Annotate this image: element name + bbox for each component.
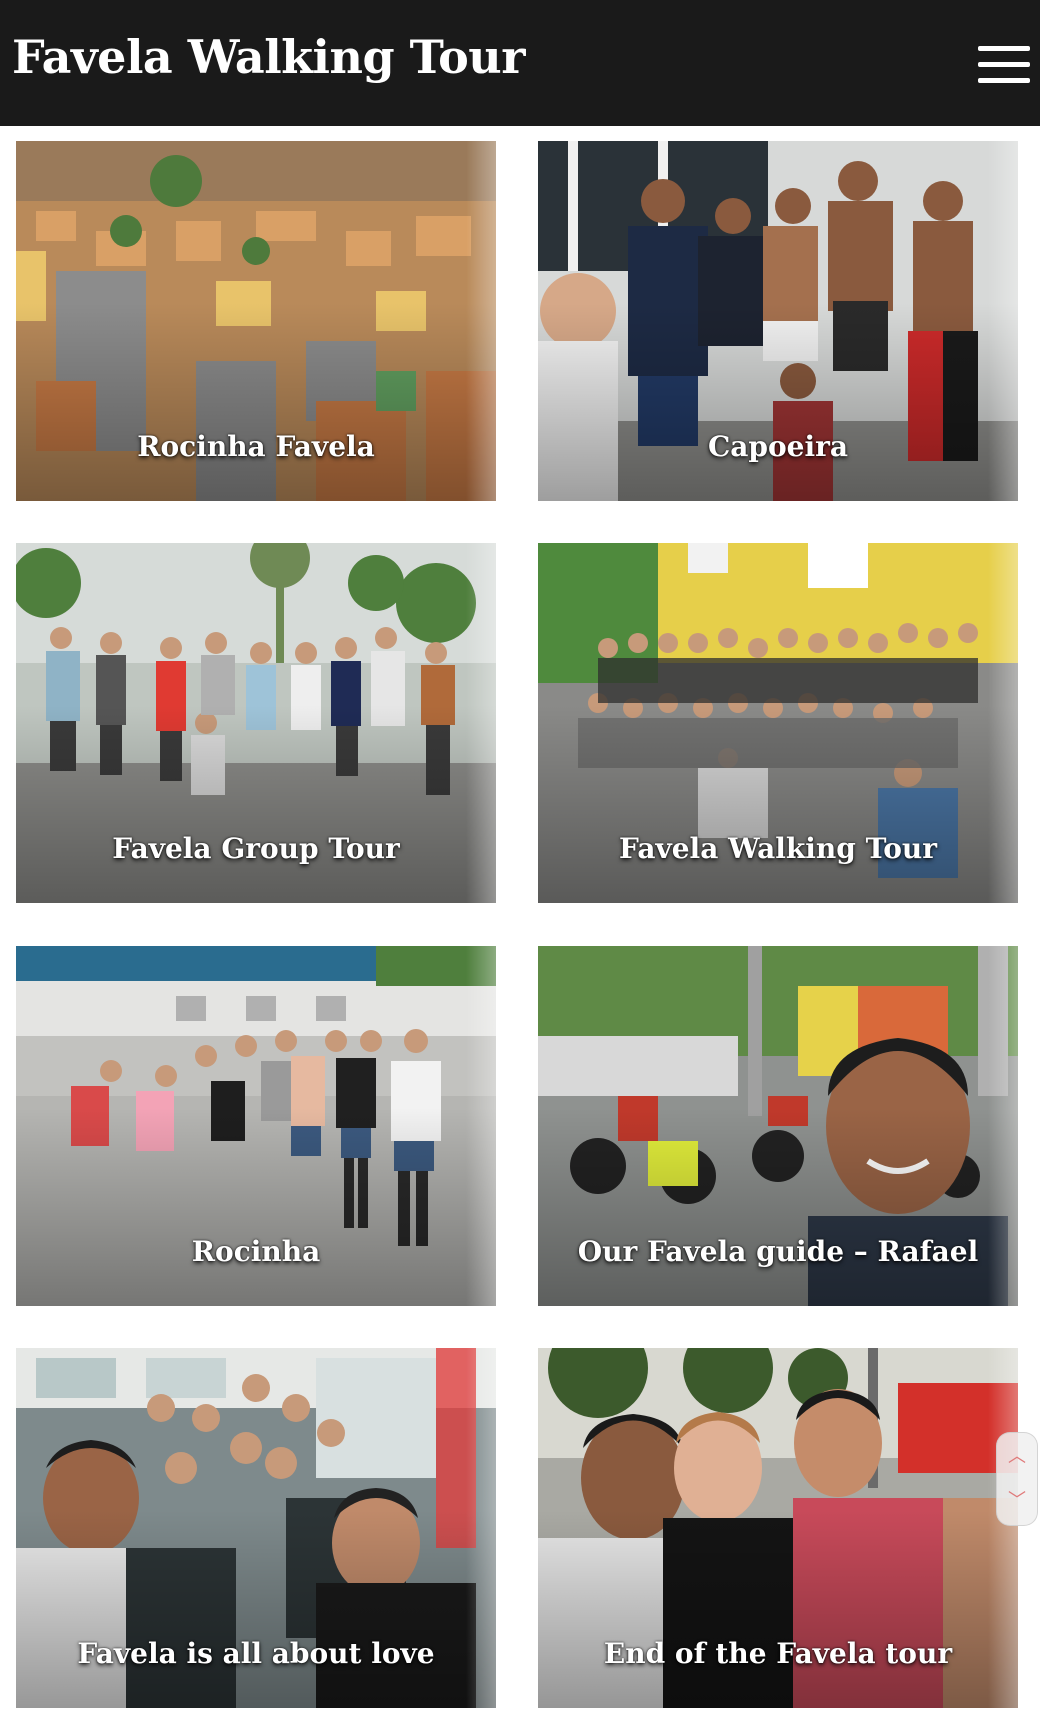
gallery-card-capoeira[interactable]: Capoeira <box>538 141 1018 501</box>
gallery-card-rocinha-favela[interactable]: Rocinha Favela <box>16 141 496 501</box>
gallery-card-label: Rocinha <box>191 1235 321 1268</box>
gallery-card-label: Capoeira <box>707 430 849 463</box>
chevron-down-icon[interactable]: ﹀ <box>997 1481 1037 1521</box>
gallery-card-our-favela-guide-rafael[interactable]: Our Favela guide – Rafael <box>538 946 1018 1306</box>
gallery-card-rocinha[interactable]: Rocinha <box>16 946 496 1306</box>
gallery-card-label: Rocinha Favela <box>137 430 375 463</box>
gallery-card-label: Our Favela guide – Rafael <box>577 1235 979 1268</box>
scroll-widget: ︿ ﹀ <box>996 1432 1038 1526</box>
gallery-card-label: Favela is all about love <box>77 1637 435 1670</box>
gallery-card-end-of-the-favela-tour[interactable]: End of the Favela tour <box>538 1348 1018 1708</box>
photo-gallery: Rocinha Favela Capoeira Favela Group Tou… <box>0 0 1040 1724</box>
gallery-card-favela-walking-tour[interactable]: Favela Walking Tour <box>538 543 1018 903</box>
gallery-card-label: End of the Favela tour <box>603 1637 953 1670</box>
gallery-card-favela-group-tour[interactable]: Favela Group Tour <box>16 543 496 903</box>
gallery-card-label: Favela Group Tour <box>112 832 400 865</box>
gallery-card-label: Favela Walking Tour <box>618 832 938 865</box>
gallery-card-favela-is-all-about-love[interactable]: Favela is all about love <box>16 1348 496 1708</box>
chevron-up-icon[interactable]: ︿ <box>997 1437 1037 1477</box>
